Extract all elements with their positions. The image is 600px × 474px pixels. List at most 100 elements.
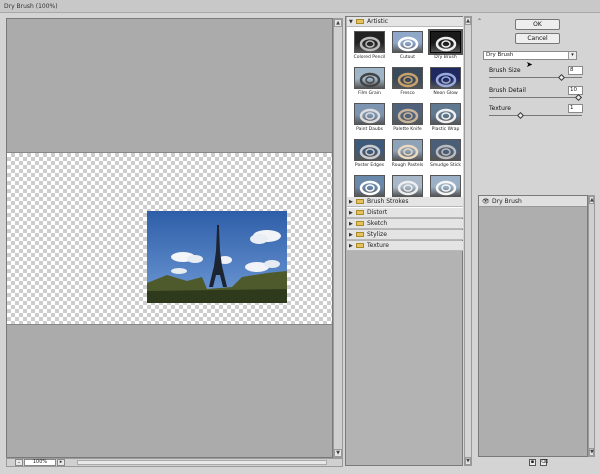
category-artistic[interactable]: ▼ Artistic xyxy=(347,17,463,27)
folder-icon xyxy=(356,210,364,215)
collapsed-triangle-icon: ▶ xyxy=(349,199,353,205)
filter-thumb-dry-brush[interactable]: Dry Brush xyxy=(427,29,464,65)
filter-preview-icon xyxy=(354,31,385,53)
filter-label: Poster Edges xyxy=(354,163,385,168)
brush-detail-input[interactable]: 10 xyxy=(568,86,583,95)
brush-size-slider-knob[interactable] xyxy=(557,73,565,82)
category-brush-strokes[interactable]: ▶ Brush Strokes xyxy=(347,197,463,207)
texture-slider[interactable] xyxy=(489,115,582,116)
brush-detail-slider-knob[interactable] xyxy=(574,93,583,102)
new-effect-layer-icon[interactable]: ▪ xyxy=(529,459,536,466)
cancel-button[interactable]: Cancel xyxy=(515,33,560,44)
gallery-scrollbar[interactable]: ▲ ▼ xyxy=(464,16,472,466)
filter-label: Palette Knife xyxy=(393,127,422,132)
brush-detail-label: Brush Detail xyxy=(489,87,526,94)
preview-vertical-scrollbar[interactable]: ▲ ▼ xyxy=(333,18,343,458)
filter-preview-icon xyxy=(430,67,461,89)
category-label: Artistic xyxy=(367,18,389,25)
category-sketch[interactable]: ▶ Sketch xyxy=(347,219,463,229)
preview-horizontal-scrollbar[interactable] xyxy=(77,460,327,465)
filter-label: Rough Pastels xyxy=(391,163,424,168)
filter-label: Plastic Wrap xyxy=(431,127,460,132)
preview-canvas[interactable] xyxy=(6,18,333,458)
collapsed-triangle-icon: ▶ xyxy=(349,243,353,249)
filter-preview-icon xyxy=(430,103,461,125)
filter-thumb-neon-glow[interactable]: Neon Glow xyxy=(427,65,464,101)
scroll-up-arrow-icon[interactable]: ▲ xyxy=(465,17,471,25)
expanded-triangle-icon: ▼ xyxy=(349,19,353,25)
scroll-down-arrow-icon[interactable]: ▼ xyxy=(465,457,471,465)
collapsed-triangle-icon: ▶ xyxy=(349,210,353,216)
texture-input[interactable]: 1 xyxy=(568,104,583,113)
category-label: Distort xyxy=(367,209,388,216)
filter-thumb-palette-knife[interactable]: Palette Knife xyxy=(389,101,426,137)
filter-thumb-cutout[interactable]: Cutout xyxy=(389,29,426,65)
filter-thumb-paint-daubs[interactable]: Paint Daubs xyxy=(351,101,388,137)
collapsed-triangle-icon: ▶ xyxy=(349,232,353,238)
effect-layer-item[interactable]: 👁 Dry Brush xyxy=(479,196,587,207)
scroll-up-arrow-icon[interactable]: ▲ xyxy=(334,19,342,27)
scroll-up-arrow-icon[interactable]: ▲ xyxy=(589,196,594,204)
filter-preview-icon xyxy=(354,139,385,161)
mouse-cursor-icon: ➤ xyxy=(526,60,533,69)
filter-thumb-fresco[interactable]: Fresco xyxy=(389,65,426,101)
filter-thumb-colored-pencil[interactable]: Colored Pencil xyxy=(351,29,388,65)
brush-detail-slider[interactable] xyxy=(489,97,582,98)
filter-label: Smudge Stick xyxy=(430,163,461,168)
category-distort[interactable]: ▶ Distort xyxy=(347,208,463,218)
preview-image xyxy=(147,211,287,303)
layers-scrollbar[interactable]: ▲ ▼ xyxy=(588,195,595,457)
filter-thumb-poster-edges[interactable]: Poster Edges xyxy=(351,137,388,173)
brush-size-input[interactable]: 8 xyxy=(568,66,583,75)
folder-icon xyxy=(356,199,364,204)
filter-select[interactable]: Dry Brush ▾ xyxy=(483,51,577,60)
folder-icon xyxy=(356,19,364,24)
preview-bottom-bar: - 100% ▸ xyxy=(6,458,343,467)
brush-size-slider[interactable] xyxy=(489,77,582,78)
brush-size-label: Brush Size xyxy=(489,67,521,74)
filter-preview-icon xyxy=(354,175,385,197)
delete-effect-layer-icon[interactable]: ⌫ xyxy=(540,459,548,466)
scroll-down-arrow-icon[interactable]: ▼ xyxy=(334,449,342,457)
folder-icon xyxy=(356,232,364,237)
filter-select-value: Dry Brush xyxy=(486,52,514,58)
category-label: Texture xyxy=(367,242,389,249)
zoom-level[interactable]: 100% xyxy=(24,459,56,466)
chevron-down-icon: ▾ xyxy=(568,52,576,59)
scroll-down-arrow-icon[interactable]: ▼ xyxy=(589,448,594,456)
filter-thumb-smudge-stick[interactable]: Smudge Stick xyxy=(427,137,464,173)
window-title: Dry Brush (100%) xyxy=(4,3,58,10)
filter-preview-icon xyxy=(392,175,423,197)
filter-thumb-film-grain[interactable]: Film Grain xyxy=(351,65,388,101)
filter-preview-icon xyxy=(392,67,423,89)
category-stylize[interactable]: ▶ Stylize xyxy=(347,230,463,240)
filter-thumb-plastic-wrap[interactable]: Plastic Wrap xyxy=(427,101,464,137)
effect-layers-panel: 👁 Dry Brush xyxy=(478,195,588,457)
ok-button[interactable]: OK xyxy=(515,19,560,30)
window-title-bar: Dry Brush (100%) xyxy=(0,0,600,13)
eye-icon[interactable]: 👁 xyxy=(482,198,490,205)
filter-preview-icon xyxy=(354,67,385,89)
category-label: Brush Strokes xyxy=(367,198,409,205)
folder-icon xyxy=(356,243,364,248)
collapse-gallery-icon[interactable]: ⌃ xyxy=(477,18,482,25)
filter-thumb-rough-pastels[interactable]: Rough Pastels xyxy=(389,137,426,173)
filter-label: Dry Brush xyxy=(434,55,457,60)
filter-thumbnail-grid: Colored Pencil Cutout Dry Brush Film Grain F… xyxy=(347,27,463,209)
zoom-dropdown-icon[interactable]: ▸ xyxy=(57,459,65,466)
zoom-out-button[interactable]: - xyxy=(15,459,23,466)
texture-slider-knob[interactable] xyxy=(516,111,525,120)
category-texture[interactable]: ▶ Texture xyxy=(347,241,463,251)
filter-label: Cutout xyxy=(399,55,416,60)
filter-gallery-panel: ▼ Artistic Colored Pencil Cutout Dry Brush… xyxy=(345,16,463,466)
category-label: Sketch xyxy=(367,220,388,227)
filter-preview-icon xyxy=(354,103,385,125)
eiffel-tower-photo xyxy=(147,211,287,303)
effect-layer-label: Dry Brush xyxy=(492,198,522,205)
collapsed-triangle-icon: ▶ xyxy=(349,221,353,227)
filter-preview-icon xyxy=(392,31,423,53)
filter-label: Colored Pencil xyxy=(353,55,386,60)
filter-preview-icon xyxy=(430,175,461,197)
texture-label: Texture xyxy=(489,105,511,112)
filter-preview-icon xyxy=(392,139,423,161)
